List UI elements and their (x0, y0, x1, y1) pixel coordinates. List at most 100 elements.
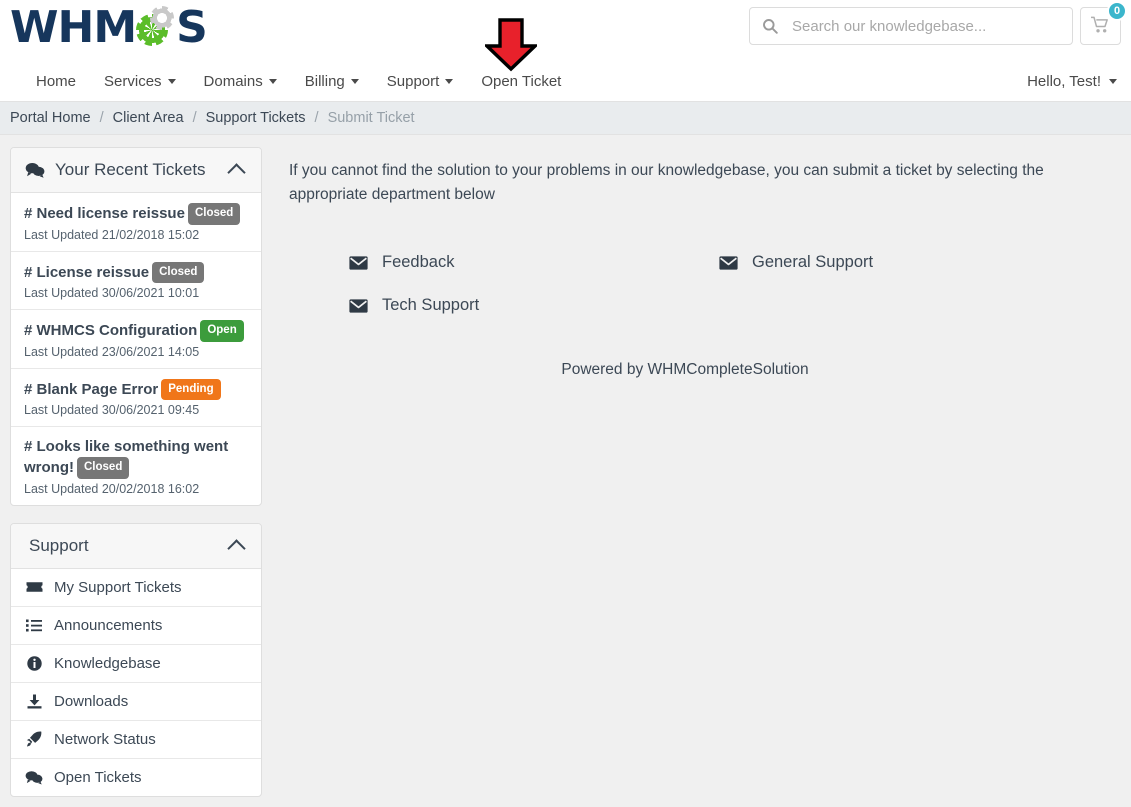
chevron-down-icon (268, 79, 277, 84)
ticket-last-updated: Last Updated 23/06/2021 14:05 (24, 344, 200, 359)
envelope-icon (349, 255, 368, 270)
chevron-down-icon (1109, 79, 1117, 84)
department-label: Feedback (382, 253, 455, 272)
page-body: Your Recent Tickets # Need license reiss… (0, 135, 1131, 806)
breadcrumb: Portal Home / Client Area / Support Tick… (0, 102, 1131, 135)
nav-item-services[interactable]: Services (90, 73, 190, 90)
user-menu[interactable]: Hello, Test! (1027, 62, 1117, 101)
ticket-title-row: # WHMCS Configuration Open (24, 320, 248, 342)
gear-icon (134, 6, 178, 50)
nav-item-label: Billing (304, 73, 345, 90)
breadcrumb-item-submit-ticket: Submit Ticket (327, 110, 415, 126)
ticket-subject: # License reissue (24, 263, 150, 281)
sidebar-item-knowledgebase[interactable]: Knowledgebase (11, 645, 261, 683)
status-badge: Closed (77, 457, 130, 479)
main-navigation: Home Services Domains Billing Support Op… (0, 18, 1131, 102)
ticket-subject: # WHMCS Configuration (24, 322, 198, 340)
breadcrumb-separator: / (99, 110, 104, 126)
chevron-up-icon[interactable] (227, 163, 246, 182)
header-actions: 0 (749, 1, 1127, 45)
info-circle-icon (25, 656, 43, 671)
nav-item-label: Home (36, 73, 77, 90)
rocket-icon (25, 731, 43, 747)
nav-item-label: Services (104, 73, 162, 90)
breadcrumb-item-support-tickets[interactable]: Support Tickets (206, 110, 306, 126)
nav-item-label: Open Ticket (481, 73, 562, 90)
nav-item-label: Domains (203, 73, 263, 90)
recent-ticket-item[interactable]: # Blank Page Error Pending Last Updated 3… (11, 369, 261, 428)
breadcrumb-separator: / (192, 110, 197, 126)
ticket-title-row: # Need license reissue Closed (24, 203, 248, 225)
powered-by-text: Powered by WHMCompleteSolution (561, 361, 809, 379)
department-link-tech-support[interactable]: Tech Support (349, 296, 719, 315)
sidebar: Your Recent Tickets # Need license reiss… (10, 147, 262, 806)
support-panel-title: Support (29, 535, 89, 555)
department-link-feedback[interactable]: Feedback (349, 253, 719, 272)
nav-item-open-ticket[interactable]: Open Ticket (467, 73, 575, 90)
whmcs-logo[interactable]: WHM S (10, 2, 208, 54)
chevron-down-icon (167, 79, 176, 84)
sidebar-item-label: Network Status (54, 730, 156, 748)
recent-ticket-item[interactable]: # Need license reissue Closed Last Update… (11, 193, 261, 252)
status-badge: Closed (152, 261, 205, 284)
chevron-down-icon (350, 79, 359, 84)
nav-item-label: Support (386, 73, 440, 90)
knowledgebase-search[interactable] (749, 7, 1073, 45)
comments-icon (25, 162, 45, 178)
breadcrumb-separator: / (314, 110, 319, 126)
search-input[interactable] (790, 16, 1060, 36)
status-badge: Pending (161, 378, 221, 401)
user-greeting: Hello, Test! (1027, 73, 1101, 90)
shopping-cart-button[interactable]: 0 (1080, 1, 1127, 45)
ticket-subject: # Blank Page Error (24, 380, 159, 398)
department-list: Feedback General Support Tech Support (349, 253, 1089, 315)
department-link-general-support[interactable]: General Support (719, 253, 1089, 272)
sidebar-item-downloads[interactable]: Downloads (11, 683, 261, 721)
envelope-icon (349, 298, 368, 313)
status-badge: Open (200, 320, 244, 342)
sidebar-item-label: Knowledgebase (54, 654, 161, 672)
shopping-cart-icon (1090, 16, 1110, 37)
main-content: If you cannot find the solution to your … (279, 147, 1121, 806)
envelope-icon (719, 255, 738, 270)
sidebar-item-network-status[interactable]: Network Status (11, 721, 261, 759)
gear-gray-icon (150, 6, 175, 30)
ticket-title-row: # Blank Page Error Pending (24, 378, 248, 401)
recent-ticket-item[interactable]: # WHMCS Configuration Open Last Updated 2… (11, 310, 261, 369)
chevron-up-icon[interactable] (227, 539, 246, 558)
ticket-last-updated: Last Updated 30/06/2021 09:45 (24, 403, 200, 418)
sidebar-item-announcements[interactable]: Announcements (11, 607, 261, 645)
department-label: General Support (752, 253, 874, 272)
nav-item-domains[interactable]: Domains (190, 73, 291, 90)
status-badge: Closed (187, 203, 241, 225)
ticket-subject: # Need license reissue (24, 205, 185, 222)
sidebar-item-label: Open Tickets (54, 768, 142, 786)
nav-item-support[interactable]: Support (373, 73, 468, 90)
ticket-last-updated: Last Updated 30/06/2021 10:01 (24, 286, 200, 301)
cart-count-badge: 0 (1107, 1, 1127, 21)
logo-wordmark: WHM S (10, 2, 208, 53)
logo-text-right: S (176, 2, 208, 53)
nav-item-home[interactable]: Home (22, 73, 90, 90)
recent-tickets-panel-header[interactable]: Your Recent Tickets (11, 148, 261, 193)
download-icon (25, 694, 43, 709)
chevron-down-icon (445, 79, 454, 84)
breadcrumb-item-client-area[interactable]: Client Area (113, 110, 184, 126)
list-icon (25, 619, 43, 632)
sidebar-item-open-tickets[interactable]: Open Tickets (11, 759, 261, 796)
breadcrumb-item-portal-home[interactable]: Portal Home (10, 110, 91, 126)
search-icon (762, 18, 778, 34)
sidebar-item-my-support-tickets[interactable]: My Support Tickets (11, 569, 261, 607)
ticket-icon (25, 581, 43, 593)
recent-tickets-panel: Your Recent Tickets # Need license reiss… (10, 147, 262, 506)
nav-list: Home Services Domains Billing Support Op… (0, 62, 1131, 101)
ticket-title-row: # Looks like something went wrong! Closed (24, 437, 248, 479)
recent-ticket-item[interactable]: # License reissue Closed Last Updated 30/… (11, 252, 261, 311)
recent-ticket-item[interactable]: # Looks like something went wrong! Closed… (11, 427, 261, 505)
recent-tickets-title: Your Recent Tickets (55, 160, 206, 179)
sidebar-item-label: My Support Tickets (54, 578, 182, 596)
site-header: WHM S Search our knowledgebase... 0 (0, 0, 1131, 62)
support-panel-header[interactable]: Support (11, 523, 261, 569)
sidebar-item-label: Downloads (54, 692, 129, 710)
nav-item-billing[interactable]: Billing (291, 73, 373, 90)
